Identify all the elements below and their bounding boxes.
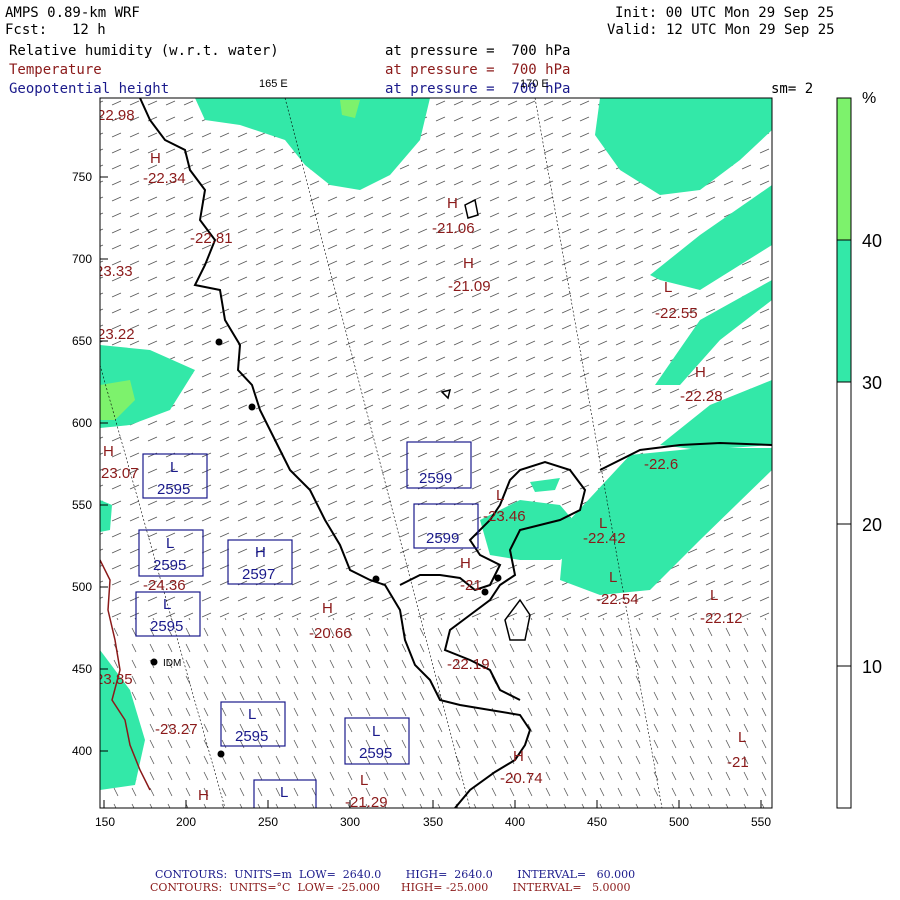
x-tick-label: 550	[751, 815, 772, 829]
temp-symbol: L	[738, 729, 746, 746]
temp-symbol: H	[198, 787, 209, 804]
temp-symbol: H	[695, 364, 706, 381]
temp-value: -21	[460, 577, 482, 594]
temp-value: -22.55	[655, 305, 698, 322]
temp-value: -21.09	[448, 278, 491, 295]
temp-symbol: H	[513, 748, 524, 765]
temp-value: -23.07	[96, 465, 139, 482]
temp-value: -23.85	[90, 671, 133, 688]
height-value: 2595	[157, 481, 190, 498]
y-tick-label: 550	[72, 498, 93, 512]
height-value: 2599	[426, 530, 459, 547]
colorbar-label-20: 20	[862, 515, 883, 535]
colorbar	[836, 97, 852, 809]
y-tick-label: 450	[72, 662, 93, 676]
x-tick-label: 500	[669, 815, 690, 829]
footer-temp-contours: CONTOURS: UNITS=°C LOW= -25.000 HIGH= -2…	[150, 881, 631, 894]
x-tick-label: 400	[505, 815, 526, 829]
temp-value: -20.74	[500, 770, 543, 787]
colorbar-label-30: 30	[862, 373, 883, 393]
temp-value: -22.19	[447, 656, 490, 673]
temp-symbol: L	[710, 587, 718, 604]
temp-value: -22.6	[644, 456, 678, 473]
x-tick-label: 150	[95, 815, 116, 829]
height-value: 2595	[359, 745, 392, 762]
temp-value: -22.81	[190, 230, 233, 247]
height-value: 2595	[150, 618, 183, 635]
temp-value: -22.12	[700, 610, 743, 627]
temp-value: -23.46	[483, 508, 526, 525]
colorbar-label-40: 40	[862, 231, 883, 251]
y-tick-label: 750	[72, 170, 93, 184]
y-tick-label: 650	[72, 334, 93, 348]
height-symbol: L	[248, 706, 256, 723]
height-symbol: L	[372, 723, 380, 740]
temp-symbol: H	[447, 195, 458, 212]
x-tick-label: 250	[258, 815, 279, 829]
height-symbol: H	[255, 544, 266, 561]
temp-symbol: H	[150, 150, 161, 167]
temp-symbol: H	[103, 443, 114, 460]
temp-symbol: L	[496, 487, 504, 504]
temp-value: -22.42	[583, 530, 626, 547]
temp-value: -23.33	[90, 263, 133, 280]
footer-height-contours: CONTOURS: UNITS=m LOW= 2640.0 HIGH= 2640…	[155, 868, 636, 881]
temp-symbol: L	[664, 279, 672, 296]
temp-value: -22.34	[143, 170, 186, 187]
height-symbol: L	[280, 784, 288, 801]
temp-value: -23.22	[92, 326, 135, 343]
station-idm-label: IDM	[163, 658, 181, 669]
x-tick-label: 200	[176, 815, 197, 829]
height-value: 2595	[153, 557, 186, 574]
colorbar-unit: %	[862, 90, 877, 107]
temp-value: -22.98	[92, 107, 135, 124]
temp-symbol: L	[609, 569, 617, 586]
temp-symbol: L	[360, 772, 368, 789]
x-tick-label: 450	[587, 815, 608, 829]
y-tick-label: 500	[72, 580, 93, 594]
temp-value: -21	[727, 754, 749, 771]
temp-value: -22.28	[680, 388, 723, 405]
temp-value: -22.54	[596, 591, 639, 608]
temp-value: -20.66	[309, 625, 352, 642]
temp-symbol: H	[460, 555, 471, 572]
temp-value: -23.27	[155, 721, 198, 738]
temp-value: -21.06	[432, 220, 475, 237]
height-value: 2599	[419, 470, 452, 487]
y-tick-label: 600	[72, 416, 93, 430]
height-value: 2595	[235, 728, 268, 745]
y-tick-label: 700	[72, 252, 93, 266]
map-plot: IDM H -22.34 -22.81 -22.98 -23.33 -23.22…	[90, 97, 852, 809]
height-symbol: L	[170, 459, 178, 476]
height-symbol: L	[166, 535, 174, 552]
colorbar-label-10: 10	[862, 657, 883, 677]
temp-symbol: H	[322, 600, 333, 617]
height-symbol: L	[163, 596, 171, 613]
y-tick-label: 400	[72, 744, 93, 758]
height-value: 2597	[242, 566, 275, 583]
temp-symbol: H	[463, 255, 474, 272]
x-tick-label: 350	[423, 815, 444, 829]
x-tick-label: 300	[340, 815, 361, 829]
